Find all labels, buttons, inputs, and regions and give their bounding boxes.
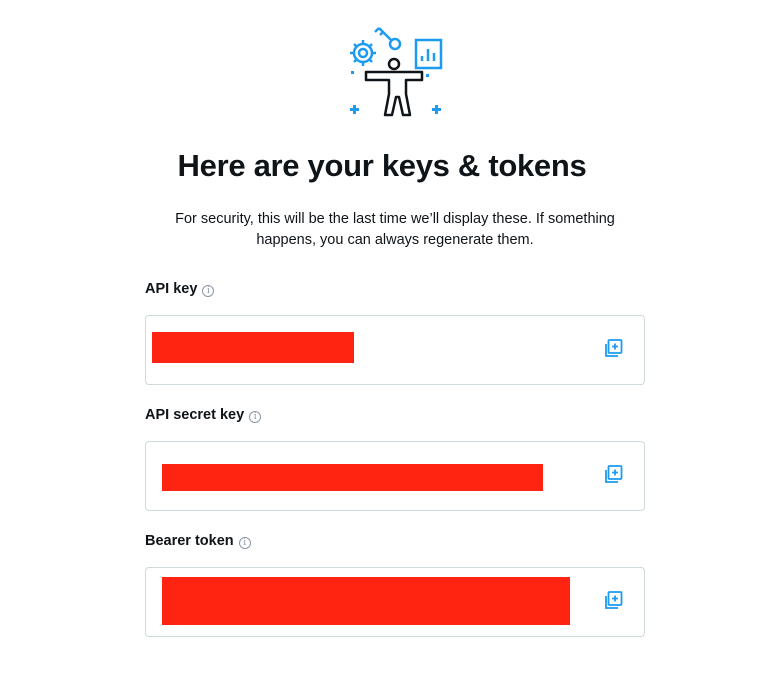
person-icon <box>364 57 424 117</box>
page-title: Here are your keys & tokens <box>177 148 587 183</box>
api-secret-key-field[interactable] <box>145 441 645 511</box>
bearer-token-redaction <box>162 577 570 625</box>
copy-icon[interactable] <box>602 338 624 360</box>
bearer-token-label-text: Bearer token <box>145 533 234 549</box>
gear-icon <box>350 40 376 66</box>
info-icon[interactable]: i <box>238 537 251 549</box>
bearer-token-field[interactable] <box>145 567 645 637</box>
info-icon[interactable]: i <box>202 285 215 297</box>
chart-card-icon <box>414 38 443 70</box>
keys-tokens-illustration <box>350 27 443 117</box>
security-notice: For security, this will be the last time… <box>175 211 615 248</box>
key-icon <box>374 27 402 51</box>
bearer-token-label: Bearer token i <box>145 533 251 549</box>
api-key-redaction <box>152 332 354 363</box>
api-secret-key-label-text: API secret key <box>145 407 245 423</box>
api-secret-key-label: API secret key i <box>145 407 262 423</box>
api-secret-key-redaction <box>162 464 543 491</box>
api-key-label: API key i <box>145 281 215 297</box>
api-key-field[interactable] <box>145 315 645 385</box>
copy-icon[interactable] <box>602 590 624 612</box>
api-key-label-text: API key <box>145 281 198 297</box>
copy-icon[interactable] <box>602 464 624 486</box>
info-icon[interactable]: i <box>249 411 262 423</box>
